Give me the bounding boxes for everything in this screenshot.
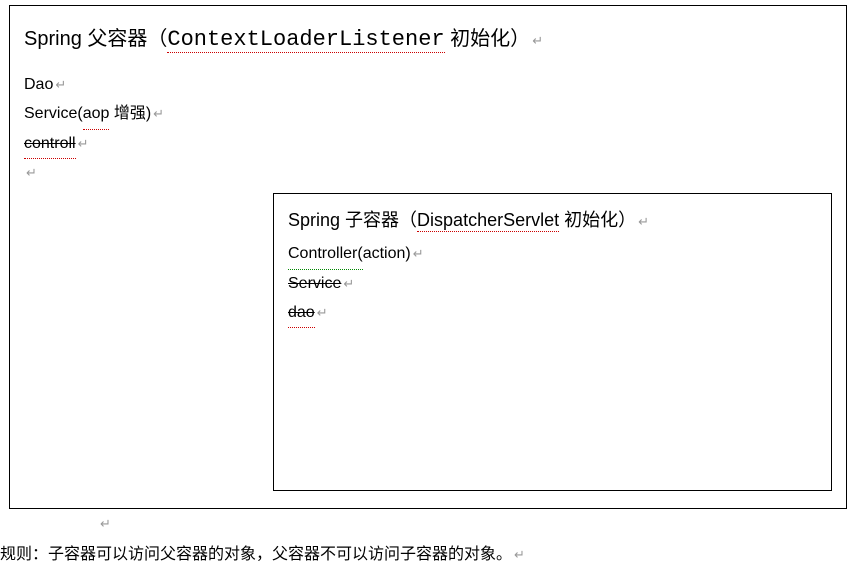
- service-text-a: Service(: [24, 105, 83, 122]
- child-line-dao: dao↵: [288, 299, 817, 329]
- access-rule-text: 规则：子容器可以访问父容器的对象，父容器不可以访问子容器的对象。↵: [0, 540, 525, 564]
- parent-empty-line: ↵: [24, 159, 832, 188]
- controller-text-a: Controller(: [288, 240, 363, 270]
- service-text-aop: aop: [83, 100, 110, 130]
- parent-title: Spring 父容器（ContextLoaderListener 初始化）↵: [24, 22, 832, 53]
- return-mark-icon: ↵: [317, 305, 328, 320]
- return-mark-icon: ↵: [343, 276, 354, 291]
- return-mark-icon: ↵: [638, 214, 649, 229]
- child-container-box: Spring 子容器（DispatcherServlet 初始化）↵ Contr…: [273, 193, 832, 491]
- child-title-prefix: Spring 子容器（: [288, 210, 417, 230]
- child-line-controller: Controller(action)↵: [288, 240, 817, 270]
- dao-text: Dao: [24, 76, 53, 93]
- child-line-service: Service↵: [288, 270, 817, 299]
- controller-text-b: action): [363, 245, 411, 262]
- parent-line-controll: controll↵: [24, 130, 832, 160]
- child-service-text: Service: [288, 275, 341, 292]
- return-mark-icon: ↵: [100, 516, 111, 532]
- controll-text: controll: [24, 130, 76, 160]
- return-mark-icon: ↵: [153, 106, 164, 121]
- parent-title-prefix: Spring 父容器（: [24, 28, 167, 50]
- service-text-c: 增强): [109, 105, 151, 122]
- return-mark-icon: ↵: [514, 547, 525, 562]
- parent-line-service: Service(aop 增强)↵: [24, 100, 832, 130]
- child-title-class: DispatcherServlet: [417, 210, 559, 232]
- return-mark-icon: ↵: [26, 165, 37, 180]
- parent-title-class: ContextLoaderListener: [167, 27, 444, 53]
- child-title: Spring 子容器（DispatcherServlet 初始化）↵: [288, 206, 817, 232]
- return-mark-icon: ↵: [55, 77, 66, 92]
- parent-line-dao: Dao↵: [24, 71, 832, 100]
- return-mark-icon: ↵: [413, 246, 424, 261]
- child-title-suffix: 初始化）: [559, 210, 636, 230]
- return-mark-icon: ↵: [532, 33, 543, 48]
- return-mark-icon: ↵: [78, 136, 89, 151]
- parent-title-suffix: 初始化）: [445, 28, 531, 50]
- child-dao-text: dao: [288, 299, 315, 329]
- rule-text: 规则：子容器可以访问父容器的对象，父容器不可以访问子容器的对象。: [0, 546, 512, 563]
